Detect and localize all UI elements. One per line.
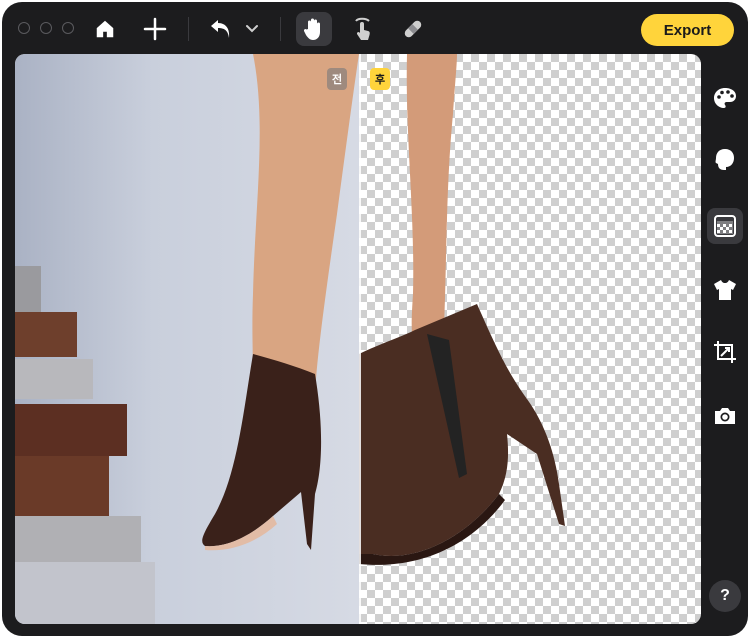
toolbar-divider (188, 17, 189, 41)
palette-icon (714, 88, 736, 108)
image-canvas[interactable]: 전 후 (15, 54, 701, 624)
undo-icon (211, 20, 230, 38)
hand-tool-button[interactable] (296, 12, 332, 46)
sidebar-item-background[interactable] (707, 208, 743, 244)
heal-tool-button[interactable] (400, 12, 426, 46)
touch-icon (355, 17, 370, 40)
window-close-dot[interactable] (18, 22, 30, 34)
after-photo (359, 54, 565, 565)
undo-button[interactable] (208, 12, 234, 46)
shirt-icon (714, 280, 736, 300)
home-icon (96, 20, 114, 38)
chevron-down-icon (246, 25, 258, 33)
export-button[interactable]: Export (641, 14, 734, 46)
window-maximize-dot[interactable] (62, 22, 74, 34)
before-badge: 전 (327, 68, 347, 90)
touch-tool-button[interactable] (350, 12, 376, 46)
camera-icon (715, 408, 735, 424)
add-button[interactable] (142, 12, 168, 46)
sidebar-item-resize[interactable] (707, 334, 743, 370)
plus-icon (143, 17, 167, 41)
home-button[interactable] (92, 12, 118, 46)
transparent-bg-icon (714, 215, 736, 237)
hand-icon (303, 18, 320, 40)
help-button[interactable]: ? (709, 580, 741, 612)
window-minimize-dot[interactable] (40, 22, 52, 34)
toolbar-divider (280, 17, 281, 41)
top-toolbar: Export (2, 2, 748, 56)
app-window: Export 전 후 ? (2, 2, 748, 636)
head-icon (715, 149, 734, 170)
sidebar-item-camera[interactable] (707, 398, 743, 434)
sidebar-item-color[interactable] (707, 80, 743, 116)
crop-resize-icon (714, 341, 736, 363)
sidebar-item-portrait[interactable] (707, 142, 743, 178)
bandage-icon (404, 20, 422, 38)
before-image-pane (15, 54, 359, 624)
sidebar-item-outfit[interactable] (707, 272, 743, 308)
before-after-divider[interactable] (359, 54, 361, 624)
before-photo (15, 54, 359, 624)
after-badge: 후 (370, 68, 390, 90)
undo-history-dropdown[interactable] (242, 12, 262, 46)
